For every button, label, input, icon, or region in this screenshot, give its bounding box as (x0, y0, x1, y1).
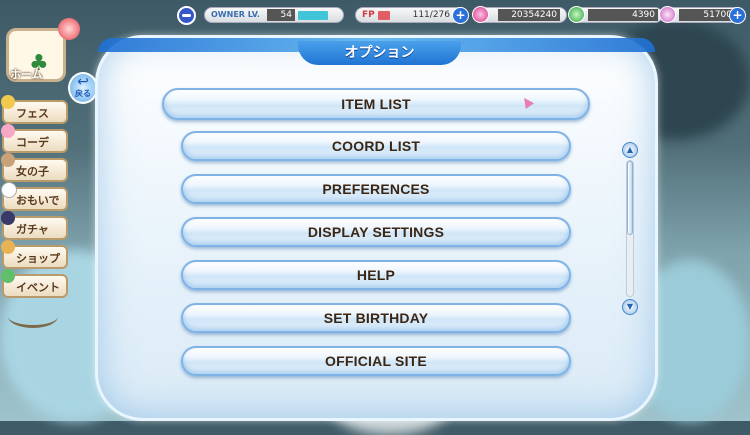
sidebar-item-label: ガチャ (16, 223, 49, 236)
nav-ornament (8, 305, 58, 328)
sidebar-item-fes[interactable]: フェス (1, 95, 68, 124)
medal-icon (1, 95, 15, 109)
scroll-down-icon[interactable]: ▼ (622, 299, 638, 315)
sidebar-item-label: おもいで (16, 194, 60, 207)
back-button[interactable]: ↩ 戻る (68, 72, 98, 104)
scroll-up-icon[interactable]: ▲ (622, 142, 638, 158)
currency-3-add-button[interactable]: + (729, 7, 746, 24)
hibiscus-icon (58, 18, 80, 40)
set-birthday-button[interactable]: SET BIRTHDAY (181, 303, 571, 333)
fp-value: 111/276 (412, 10, 450, 20)
shop-bag-icon (1, 240, 15, 254)
owner-level-value: 54 (267, 9, 295, 21)
scrollbar-track[interactable] (626, 160, 634, 297)
sidebar-item-event[interactable]: イベント (1, 269, 68, 298)
sidebar-item-label: ショップ (16, 252, 60, 265)
heart-gem-icon (659, 6, 676, 23)
panel-title: オプション (298, 41, 461, 65)
sidebar-item-gacha[interactable]: ガチャ (1, 211, 68, 240)
back-label: 戻る (75, 89, 91, 98)
currency-2-value: 4390 (588, 9, 658, 21)
sidebar-item-label: イベント (16, 281, 60, 294)
official-site-button[interactable]: OFFICIAL SITE (181, 346, 571, 376)
event-icon (1, 269, 15, 283)
scrollbar-thumb[interactable] (627, 161, 633, 235)
menu-icon[interactable] (177, 6, 196, 25)
gem-pink-icon (472, 6, 489, 23)
sidebar-nav: フェス コーデ 女の子 おもいで ガチャ ショップ イベント (1, 95, 68, 303)
display-settings-button[interactable]: DISPLAY SETTINGS (181, 217, 571, 247)
owner-level-panel: OWNER LV. 54 (204, 7, 344, 23)
owner-level-label: OWNER LV. (211, 10, 260, 19)
dress-icon (1, 124, 15, 138)
sidebar-item-coordinate[interactable]: コーデ (1, 124, 68, 153)
sidebar-item-label: フェス (16, 107, 49, 120)
currency-2-panel: 4390 (568, 6, 663, 23)
sidebar-item-label: コーデ (16, 136, 49, 149)
help-button[interactable]: HELP (181, 260, 571, 290)
coord-list-button[interactable]: COORD LIST (181, 131, 571, 161)
sidebar-item-label: 女の子 (16, 165, 49, 178)
fp-add-button[interactable]: + (452, 7, 469, 24)
sidebar-item-shop[interactable]: ショップ (1, 240, 68, 269)
currency-1-panel: 20354240 (472, 6, 567, 23)
currency-1-value: 20354240 (498, 9, 560, 21)
fp-label: FP (362, 10, 375, 20)
gem-green-icon (568, 6, 585, 23)
back-arrow-icon: ↩ (77, 74, 89, 90)
currency-3-value: 51700 (679, 9, 735, 21)
home-label: ホーム (10, 68, 43, 81)
home-button[interactable]: ♣ ホーム (2, 10, 80, 82)
fp-panel: FP 111/276 + (355, 7, 469, 24)
gacha-icon (1, 211, 15, 225)
owner-level-bar (298, 11, 328, 20)
status-bar: OWNER LV. 54 FP 111/276 + 20354240 4390 … (177, 5, 747, 25)
album-icon (1, 182, 17, 198)
sidebar-item-memories[interactable]: おもいで (1, 182, 68, 211)
currency-3-panel: 51700 + (659, 6, 746, 24)
fp-bar (378, 11, 390, 20)
sidebar-item-girls[interactable]: 女の子 (1, 153, 68, 182)
preferences-button[interactable]: PREFERENCES (181, 174, 571, 204)
girl-icon (1, 153, 15, 167)
